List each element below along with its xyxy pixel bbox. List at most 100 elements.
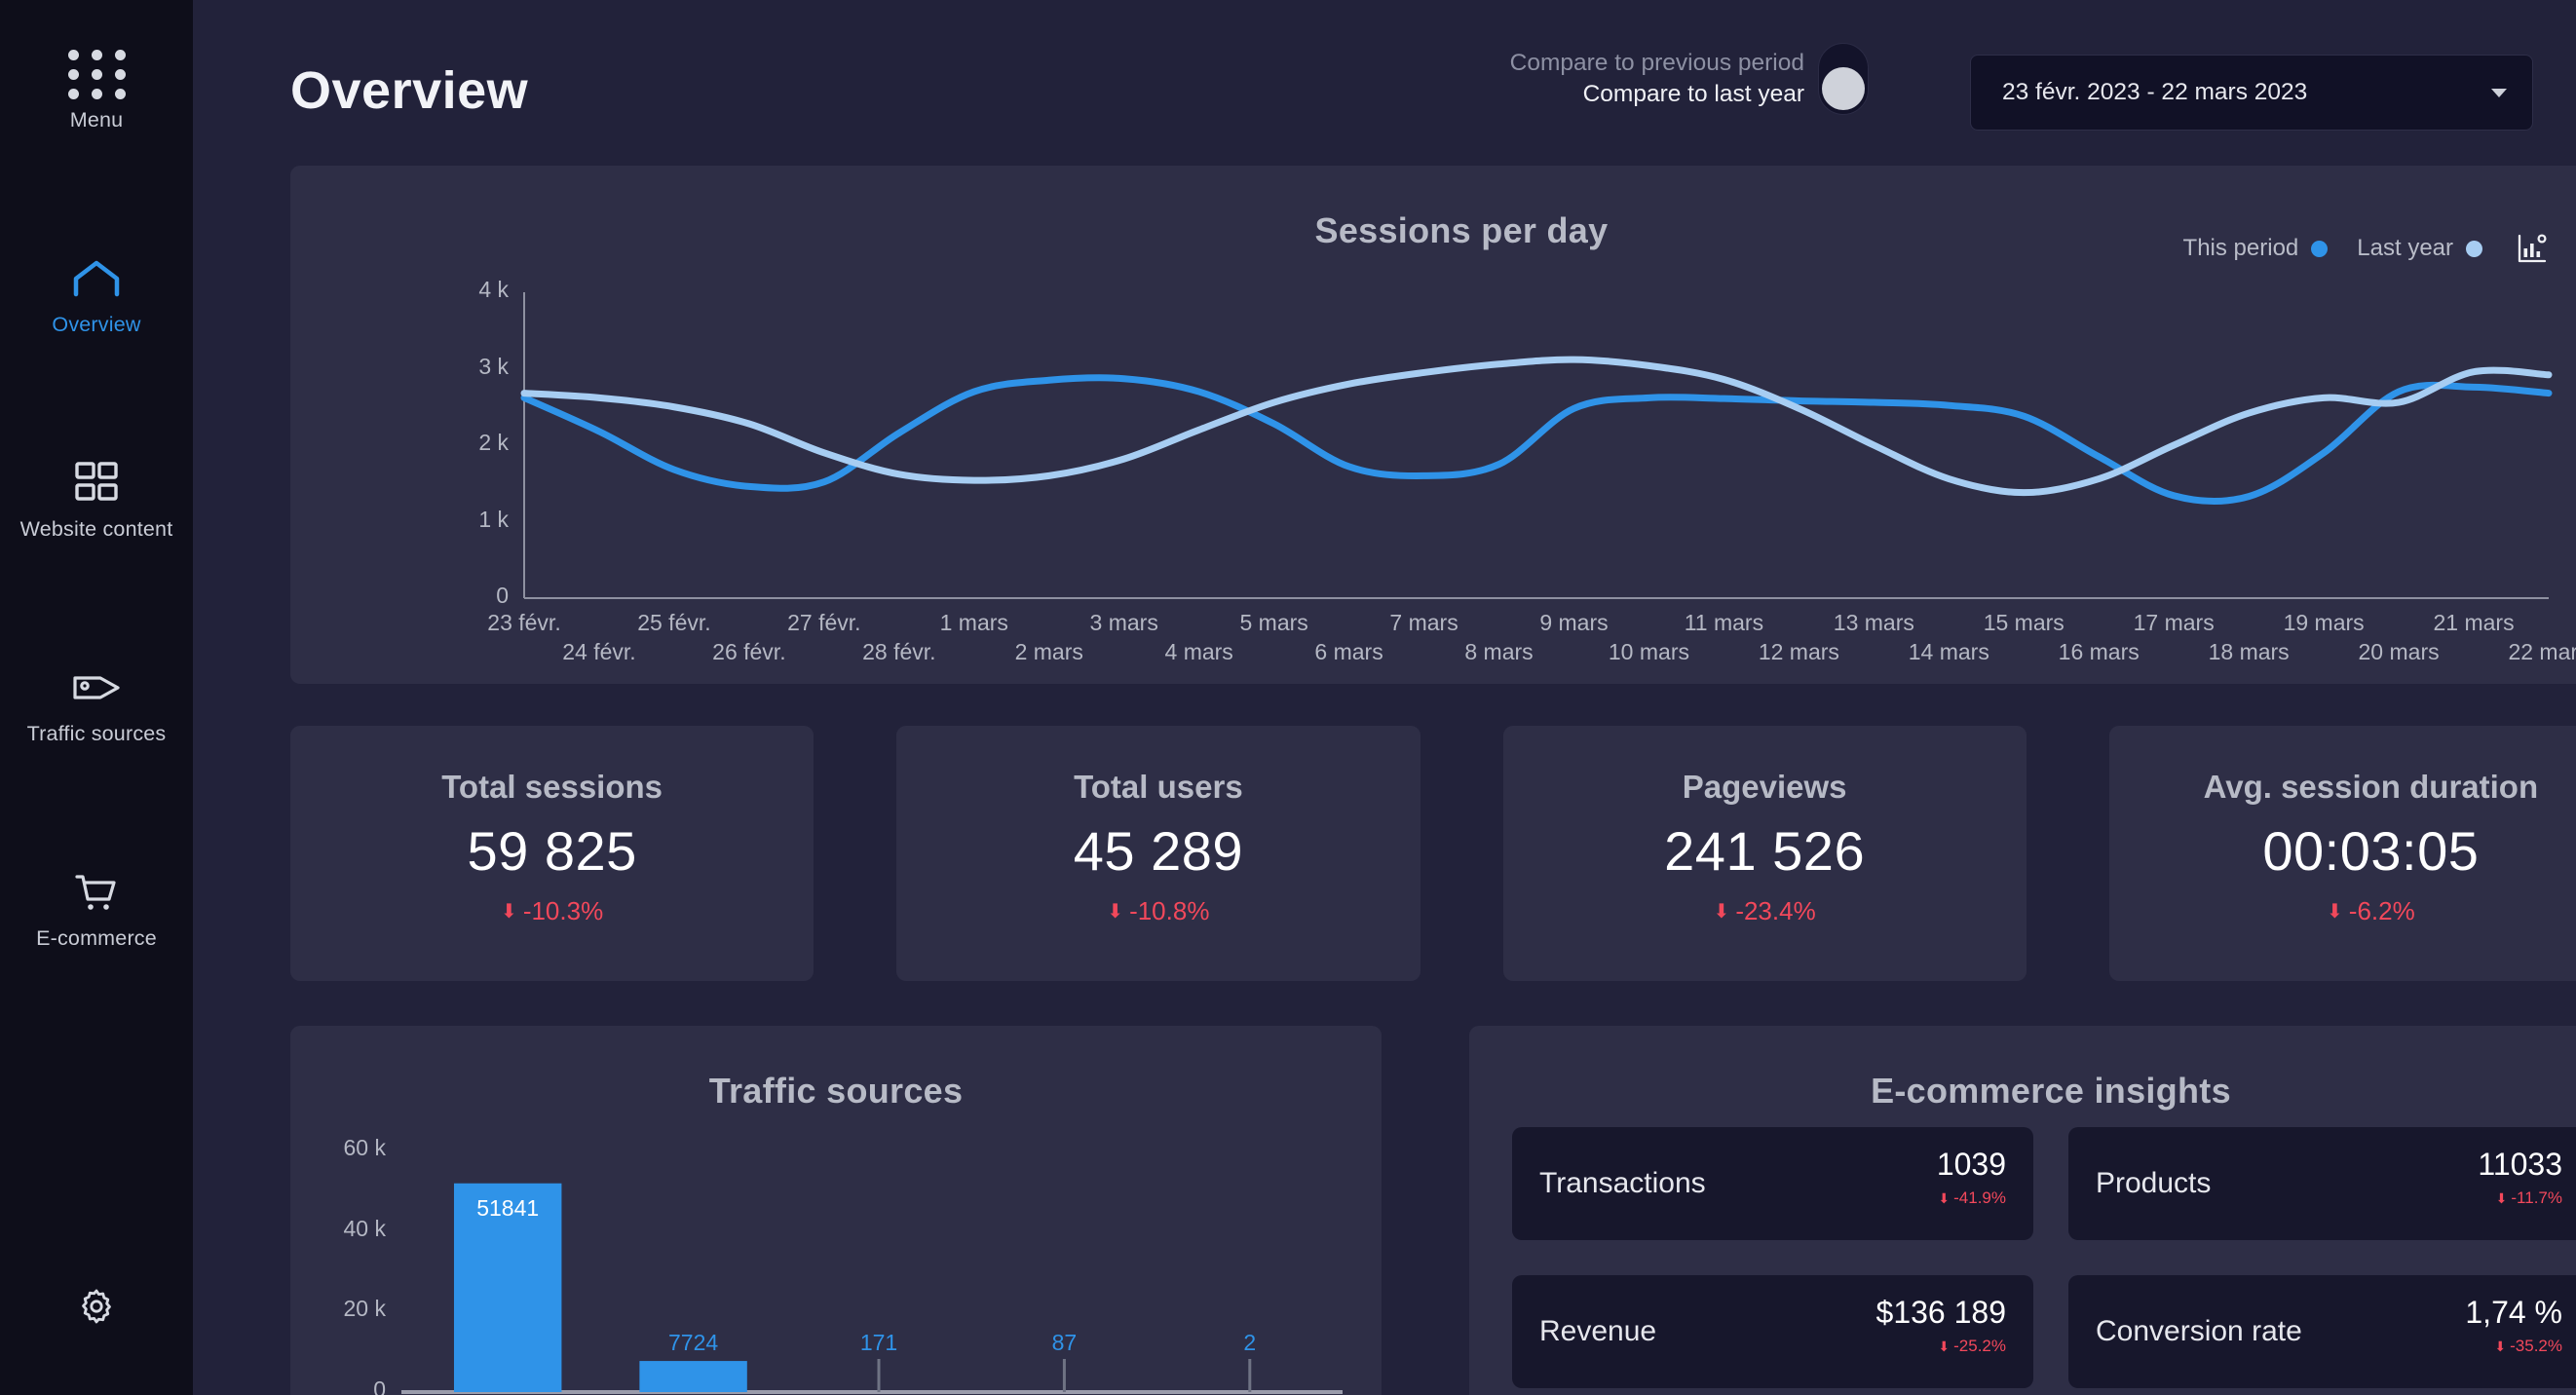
sidebar: Menu Overview Website content [0, 0, 193, 1395]
date-range-picker[interactable]: 23 févr. 2023 - 22 mars 2023 [1970, 55, 2533, 131]
x-axis-tick: 8 mars [1464, 639, 1533, 665]
ecommerce-tile[interactable]: Conversion rate 1,74 % ⬇-35.2% [2068, 1275, 2576, 1388]
legend-label-last-year: Last year [2357, 235, 2453, 262]
x-axis-tick: 26 févr. [712, 639, 785, 665]
arrow-down-icon: ⬇ [1107, 902, 1123, 922]
arrow-down-icon: ⬇ [2327, 902, 2343, 922]
bar-value-label: 7724 [668, 1330, 718, 1356]
kpi-delta-value: -6.2% [2349, 896, 2415, 926]
kpi-card: Avg. session duration 00:03:05 ⬇ -6.2% [2109, 726, 2576, 981]
ecommerce-tile-name: Transactions [1539, 1167, 1706, 1200]
ecommerce-tile-delta: ⬇-41.9% [1938, 1188, 2006, 1208]
ecommerce-tile-value: $136 189 [1876, 1295, 2006, 1331]
x-axis-tick: 3 mars [1090, 610, 1158, 636]
legend-item-last-year[interactable]: Last year [2357, 235, 2482, 262]
sidebar-item-ecommerce[interactable]: E-commerce [0, 865, 193, 951]
legend-item-this-period[interactable]: This period [2183, 235, 2329, 262]
traffic-sources-card: Traffic sources 020 k40 k60 k 5184177241… [290, 1026, 1382, 1395]
ecommerce-tile-delta: ⬇-11.7% [2496, 1188, 2562, 1208]
compare-last-year-label[interactable]: Compare to last year [1583, 81, 1804, 108]
traffic-bar-chart: 020 k40 k60 k 518417724171872 [290, 1127, 1382, 1395]
bar-value-label: 87 [1052, 1330, 1078, 1356]
ecommerce-tile-name: Conversion rate [2096, 1315, 2302, 1348]
kpi-delta: ⬇ -10.8% [1107, 896, 1209, 926]
grid-dots-icon [68, 47, 126, 101]
settings-button[interactable] [0, 1287, 193, 1331]
x-axis-tick: 2 mars [1015, 639, 1083, 665]
arrow-down-icon: ⬇ [501, 902, 517, 922]
kpi-value: 45 289 [1074, 819, 1243, 883]
x-axis-tick: 1 mars [940, 610, 1008, 636]
x-axis-tick: 16 mars [2059, 639, 2140, 665]
ecommerce-tile-name: Products [2096, 1167, 2211, 1200]
ecommerce-tile-delta-value: -11.7% [2511, 1188, 2562, 1208]
ecommerce-tile-value: 1039 [1937, 1147, 2006, 1183]
y-axis-tick: 2 k [440, 430, 509, 456]
kpi-delta: ⬇ -6.2% [2327, 896, 2415, 926]
kpi-label: Total sessions [441, 769, 663, 806]
kpi-delta: ⬇-10.3% [501, 896, 603, 926]
x-axis-tick: 15 mars [1984, 610, 2065, 636]
x-axis-tick: 7 mars [1389, 610, 1458, 636]
topbar: Overview Compare to previous period Comp… [193, 0, 2576, 158]
x-axis-tick: 22 mars [2508, 639, 2576, 665]
bottom-row: Traffic sources 020 k40 k60 k 5184177241… [290, 1026, 2576, 1395]
kpi-value: 59 825 [467, 819, 636, 883]
compare-toggle-switch[interactable] [1818, 43, 1869, 115]
ecommerce-tile[interactable]: Products 11033 ⬇-11.7% [2068, 1127, 2576, 1240]
compare-toggle-group: Compare to previous period Compare to la… [1510, 43, 1869, 115]
sidebar-item-menu[interactable]: Menu [0, 47, 193, 132]
legend-dot-this-period [2311, 241, 2328, 257]
y-axis-tick: 1 k [440, 507, 509, 533]
gear-icon [77, 1287, 116, 1331]
ecommerce-tile-delta: ⬇-35.2% [2494, 1337, 2562, 1356]
ecommerce-tile[interactable]: Transactions 1039 ⬇-41.9% [1512, 1127, 2033, 1240]
tag-icon [71, 660, 122, 715]
x-axis-tick: 9 mars [1539, 610, 1608, 636]
legend-dot-last-year [2466, 241, 2482, 257]
sidebar-item-website-content[interactable]: Website content [0, 456, 193, 542]
sidebar-item-traffic-sources-label: Traffic sources [27, 722, 167, 746]
kpi-label: Avg. session duration [2204, 769, 2539, 806]
x-axis-tick: 23 févr. [487, 610, 560, 636]
x-axis-tick: 17 mars [2134, 610, 2215, 636]
kpi-value: 00:03:05 [2262, 819, 2479, 883]
arrow-down-icon: ⬇ [1938, 1339, 1950, 1353]
ecommerce-card-title: E-commerce insights [1469, 1026, 2576, 1112]
arrow-down-icon: ⬇ [2496, 1191, 2508, 1205]
kpi-delta-value: -10.8% [1129, 896, 1209, 926]
ecommerce-tile-value: 11033 [2478, 1147, 2562, 1183]
toggle-knob [1822, 67, 1865, 110]
ecommerce-tiles: Transactions1039⬇-41.9%Products11033⬇-11… [1512, 1127, 2576, 1388]
bar-value-label: 171 [860, 1330, 897, 1356]
page-title: Overview [290, 60, 528, 121]
sessions-legend: This period Last year [2183, 232, 2576, 265]
kpi-delta-value: -23.4% [1735, 896, 1815, 926]
sidebar-item-overview[interactable]: Overview [0, 251, 193, 337]
bar-value-label: 51841 [476, 1195, 539, 1222]
compare-previous-period-label[interactable]: Compare to previous period [1510, 50, 1804, 77]
ecommerce-tile[interactable]: Revenue$136 189⬇-25.2% [1512, 1275, 2033, 1388]
kpi-label: Total users [1074, 769, 1243, 806]
y-axis-tick: 4 k [440, 277, 509, 303]
arrow-down-icon: ⬇ [2494, 1339, 2506, 1353]
ecommerce-tile-value: 1,74 % [2465, 1295, 2562, 1331]
sidebar-item-traffic-sources[interactable]: Traffic sources [0, 660, 193, 746]
chart-settings-icon[interactable] [2516, 232, 2549, 265]
y-axis-tick: 0 [440, 583, 509, 609]
ecommerce-tile-delta-value: -25.2% [1953, 1337, 2006, 1356]
sidebar-item-website-content-label: Website content [20, 517, 173, 542]
traffic-bar-svg [290, 1127, 1382, 1395]
kpi-label: Pageviews [1683, 769, 1847, 806]
dashboard-root: Menu Overview Website content [0, 0, 2576, 1395]
x-axis-tick: 20 mars [2359, 639, 2440, 665]
kpi-delta: ⬇-23.4% [1714, 896, 1816, 926]
x-axis-tick: 10 mars [1609, 639, 1689, 665]
x-axis-tick: 24 févr. [562, 639, 635, 665]
y-axis-tick: 0 [318, 1376, 386, 1395]
sidebar-item-ecommerce-label: E-commerce [36, 926, 157, 951]
date-range-value: 23 févr. 2023 - 22 mars 2023 [2002, 79, 2307, 106]
traffic-card-title: Traffic sources [290, 1026, 1382, 1112]
legend-label-this-period: This period [2183, 235, 2299, 262]
layout-grid-icon [74, 456, 119, 510]
